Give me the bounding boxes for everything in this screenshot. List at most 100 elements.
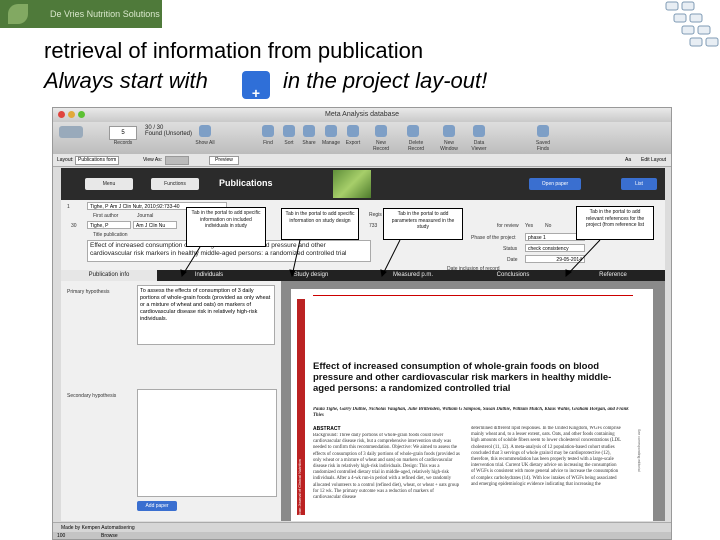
tab-conclusions[interactable]: Conclusions xyxy=(465,270,561,281)
view-as-label: View As: xyxy=(143,157,163,163)
review-label: for review xyxy=(497,223,519,229)
first-author-field[interactable]: Tighe, P xyxy=(87,221,131,229)
show-all-button[interactable]: Show All xyxy=(193,140,217,146)
page-title: Publications xyxy=(219,178,273,188)
preview-button[interactable]: Preview xyxy=(209,156,239,165)
new-record-icon[interactable] xyxy=(375,125,387,137)
pdf-abstract-heading: ABSTRACT xyxy=(313,426,341,432)
status-bar-bottom: 100 Browse xyxy=(53,532,671,539)
zoom-level[interactable]: 100 xyxy=(57,533,65,539)
menu-button[interactable]: Menu xyxy=(85,178,133,190)
saved-finds-button[interactable]: Saved Finds xyxy=(531,140,555,152)
chain-logo-icon xyxy=(665,1,719,47)
tab-measured-pm[interactable]: Measured p.m. xyxy=(361,270,465,281)
phase-label: Phase of the project xyxy=(471,235,516,241)
publication-info-panel: Primary hypothesis To assess the effects… xyxy=(61,281,281,521)
manage-button[interactable]: Manage xyxy=(319,140,343,146)
share-icon[interactable] xyxy=(303,125,315,137)
new-record-button[interactable]: New Record xyxy=(369,140,393,152)
mode-indicator[interactable]: Browse xyxy=(101,533,118,539)
secondary-hypothesis-label: Secondary hypothesis xyxy=(67,393,117,399)
found-subtext: Found (Unsorted) xyxy=(145,131,193,137)
delete-record-button[interactable]: Delete Record xyxy=(401,140,431,152)
data-viewer-button[interactable]: Data Viewer xyxy=(467,140,491,152)
list-button[interactable]: List xyxy=(621,178,657,190)
first-author-preview: Tighe, P xyxy=(90,204,109,210)
minimize-window-icon[interactable] xyxy=(68,111,75,118)
window-title: Meta Analysis database xyxy=(325,111,399,118)
export-button[interactable]: Export xyxy=(341,140,365,146)
saved-finds-icon[interactable] xyxy=(537,125,549,137)
date-field[interactable]: 29-05-2014 xyxy=(525,255,585,263)
export-icon[interactable] xyxy=(347,125,359,137)
aa-button[interactable]: Aa xyxy=(625,157,631,163)
callout-individuals: Tab in the portal to add specific inform… xyxy=(186,207,266,247)
journal-preview: Am J Clin Nutr, 2010;92:733-40 xyxy=(109,204,180,210)
callout-reference: Tab in the portal to add relevant refere… xyxy=(576,206,654,240)
record-id-2: 30 xyxy=(71,223,77,229)
header-image xyxy=(333,170,371,198)
secondary-hypothesis-field[interactable] xyxy=(137,389,277,497)
toolbar: 5 30 / 30 Found (Unsorted) Records Show … xyxy=(53,122,671,155)
registration-value: 733 xyxy=(369,223,378,229)
pdf-abstract: Background: Three daily portions of whol… xyxy=(313,433,460,501)
date-label: Date xyxy=(507,257,518,263)
new-window-button[interactable]: New Window xyxy=(437,140,461,152)
functions-button[interactable]: Functions xyxy=(151,178,199,190)
primary-hypothesis-field[interactable]: To assess the effects of consumption of … xyxy=(137,285,275,345)
pdf-page: ican Journal of Clinical Nutrition Effec… xyxy=(291,289,653,521)
tab-study-design[interactable]: Study design xyxy=(261,270,361,281)
slide-title: retrieval of information from publicatio… xyxy=(44,38,424,63)
title-label: Title publication xyxy=(93,232,128,238)
records-label: Records xyxy=(113,140,133,146)
review-yes-radio[interactable]: Yes xyxy=(525,223,533,229)
slide-subtitle: Always start with xyxy=(44,68,208,93)
manage-icon[interactable] xyxy=(325,125,337,137)
window-titlebar: Meta Analysis database xyxy=(53,108,671,122)
app-window: Meta Analysis database 5 30 / 30 Found (… xyxy=(52,107,672,540)
tab-reference[interactable]: Reference xyxy=(561,270,665,281)
brand-text: De Vries Nutrition Solutions xyxy=(50,9,160,19)
pdf-editorial-note: See corresponding editorial xyxy=(637,429,641,472)
tab-bar: Publication info Individuals Study desig… xyxy=(61,270,665,281)
show-all-icon[interactable] xyxy=(199,125,211,137)
pdf-viewer[interactable]: ican Journal of Clinical Nutrition Effec… xyxy=(281,281,665,521)
first-author-label: First author xyxy=(93,213,119,219)
pdf-right-column: determined different lipid responses. In… xyxy=(471,426,621,487)
new-window-icon[interactable] xyxy=(443,125,455,137)
journal-label: Journal xyxy=(137,213,154,219)
status-label: Status xyxy=(503,246,518,252)
found-count: 30 / 30 Found (Unsorted) xyxy=(145,125,192,137)
brand-logo: De Vries Nutrition Solutions xyxy=(0,0,162,28)
layout-bar: Layout: Publications form View As: Previ… xyxy=(53,154,671,167)
tab-individuals[interactable]: Individuals xyxy=(157,270,261,281)
registration-label: Regis xyxy=(369,212,382,218)
sort-icon[interactable] xyxy=(283,125,295,137)
add-paper-button[interactable]: Add paper xyxy=(137,501,177,511)
edit-layout-button[interactable]: Edit Layout xyxy=(641,157,666,163)
pdf-heading: Effect of increased consumption of whole… xyxy=(313,361,612,394)
tab-publication-info[interactable]: Publication info xyxy=(61,270,157,281)
delete-record-icon[interactable] xyxy=(407,125,419,137)
review-no-radio[interactable]: No xyxy=(545,223,551,229)
share-button[interactable]: Share xyxy=(297,140,321,146)
find-icon[interactable] xyxy=(262,125,274,137)
journal-field[interactable]: Am J Clin Nu xyxy=(133,221,177,229)
callout-measured: Tab in the portal to add parameters meas… xyxy=(383,208,463,240)
pdf-authors: Paula Tighe, Garry Duthie, Nicholas Vaug… xyxy=(313,407,629,419)
data-viewer-icon[interactable] xyxy=(473,125,485,137)
close-window-icon[interactable] xyxy=(58,111,65,118)
callout-study-design: Tab in the portal to add specific inform… xyxy=(281,208,359,240)
record-number-input[interactable]: 5 xyxy=(109,126,137,140)
view-as-toggle[interactable] xyxy=(165,156,189,165)
record-id: 1 xyxy=(67,204,70,210)
pdf-top-rule xyxy=(313,295,633,296)
status-field[interactable]: check consistency xyxy=(525,244,585,252)
pdf-journal-sidebar: ican Journal of Clinical Nutrition xyxy=(297,299,305,515)
record-form: 1 Tighe, P Am J Clin Nutr, 2010;92:733-4… xyxy=(61,200,665,272)
layout-select[interactable]: Publications form xyxy=(75,156,119,165)
zoom-window-icon[interactable] xyxy=(78,111,85,118)
record-nav-arrows-icon[interactable] xyxy=(59,126,83,138)
plus-icon: + xyxy=(242,71,270,101)
open-paper-button[interactable]: Open paper xyxy=(529,178,581,190)
